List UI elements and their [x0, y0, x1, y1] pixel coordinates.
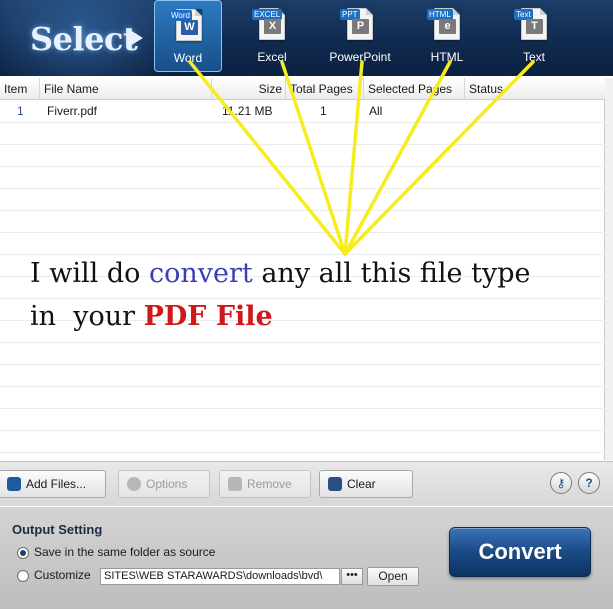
format-header-bar: Select Word W Word EXCEL X Excel PPT P P… [0, 0, 613, 76]
promo-part-5: PDF File [143, 301, 273, 332]
format-excel-button[interactable]: EXCEL X Excel [238, 0, 306, 72]
row-total-pages: 1 [320, 104, 327, 118]
promo-line-2: in your PDF File [30, 295, 590, 338]
trash-icon [228, 477, 242, 491]
row-divider [0, 232, 605, 233]
row-divider [0, 144, 605, 145]
help-button[interactable]: ? [578, 472, 600, 494]
save-same-folder-label: Save in the same folder as source [34, 545, 216, 559]
promo-part-1: I will do [30, 258, 149, 289]
promo-part-3: any all this file type [252, 258, 531, 289]
row-divider [0, 430, 605, 431]
powerpoint-glyph: P [352, 19, 369, 34]
row-divider [0, 342, 605, 343]
customize-label: Customize [34, 568, 91, 582]
row-divider [0, 386, 605, 387]
output-setting-title: Output Setting [12, 522, 103, 537]
remove-button[interactable]: Remove [219, 470, 311, 498]
row-divider [0, 364, 605, 365]
format-label: PowerPoint [329, 50, 391, 64]
column-header-selected-pages[interactable]: Selected Pages [364, 78, 465, 100]
row-file-name: Fiverr.pdf [47, 104, 98, 118]
column-header-status[interactable]: Status [465, 78, 605, 100]
format-html-button[interactable]: HTML e HTML [413, 0, 481, 72]
text-glyph: T [526, 19, 543, 34]
html-glyph: e [439, 19, 456, 34]
settings-key-button[interactable]: ⚷ [550, 472, 572, 494]
word-glyph: W [181, 20, 198, 35]
file-toolbar: Add Files... Options Remove Clear ⚷ ? [0, 461, 613, 506]
output-path-field[interactable]: SITES\WEB STARAWARDS\downloads\bvd\ [100, 568, 340, 585]
clear-button[interactable]: Clear [319, 470, 413, 498]
format-powerpoint-button[interactable]: PPT P PowerPoint [326, 0, 394, 72]
promo-part-4: in your [30, 301, 144, 332]
row-divider [0, 408, 605, 409]
key-icon: ⚷ [556, 476, 566, 490]
row-divider [0, 188, 605, 189]
column-header-size[interactable]: Size [212, 78, 286, 100]
remove-label: Remove [247, 477, 292, 491]
excel-glyph: X [264, 19, 281, 34]
column-header-total-pages[interactable]: Total Pages [286, 78, 364, 100]
select-arrow-icon [130, 30, 143, 46]
radio-customize[interactable] [17, 570, 29, 582]
column-header-item[interactable]: Item [0, 78, 40, 100]
vertical-scrollbar[interactable] [605, 78, 613, 460]
add-files-label: Add Files... [26, 477, 87, 491]
broom-icon [328, 477, 342, 491]
select-title: Select [30, 20, 138, 58]
format-text-button[interactable]: Text T Text [500, 0, 568, 72]
promo-line-1: I will do convert any all this file type [30, 252, 590, 295]
row-item: 1 [17, 104, 24, 118]
options-button[interactable]: Options [118, 470, 210, 498]
format-label: Text [522, 50, 545, 64]
add-file-icon [7, 477, 21, 491]
open-folder-button[interactable]: Open [367, 567, 419, 586]
format-label: HTML [430, 50, 464, 64]
format-label: Excel [257, 50, 287, 64]
output-setting-panel: Output Setting Save in the same folder a… [0, 507, 613, 609]
row-divider [0, 166, 605, 167]
promo-text: I will do convert any all this file type… [30, 252, 590, 338]
row-divider [0, 122, 605, 123]
help-icon: ? [585, 476, 593, 490]
convert-button[interactable]: Convert [449, 527, 591, 577]
clear-label: Clear [347, 477, 376, 491]
column-header-file-name[interactable]: File Name [40, 78, 212, 100]
promo-part-2: convert [148, 258, 253, 289]
gear-icon [127, 477, 141, 491]
radio-save-same-folder[interactable] [17, 547, 29, 559]
add-files-button[interactable]: Add Files... [0, 470, 106, 498]
options-label: Options [146, 477, 188, 491]
row-divider [0, 210, 605, 211]
row-size: 11.21 MB [222, 104, 273, 118]
browse-button[interactable]: ••• [341, 568, 363, 585]
format-word-button[interactable]: Word W Word [154, 0, 222, 72]
format-label: Word [173, 51, 203, 65]
row-selected-pages[interactable]: All [369, 100, 382, 122]
table-header: Item File Name Size Total Pages Selected… [0, 78, 605, 100]
row-divider [0, 452, 605, 453]
